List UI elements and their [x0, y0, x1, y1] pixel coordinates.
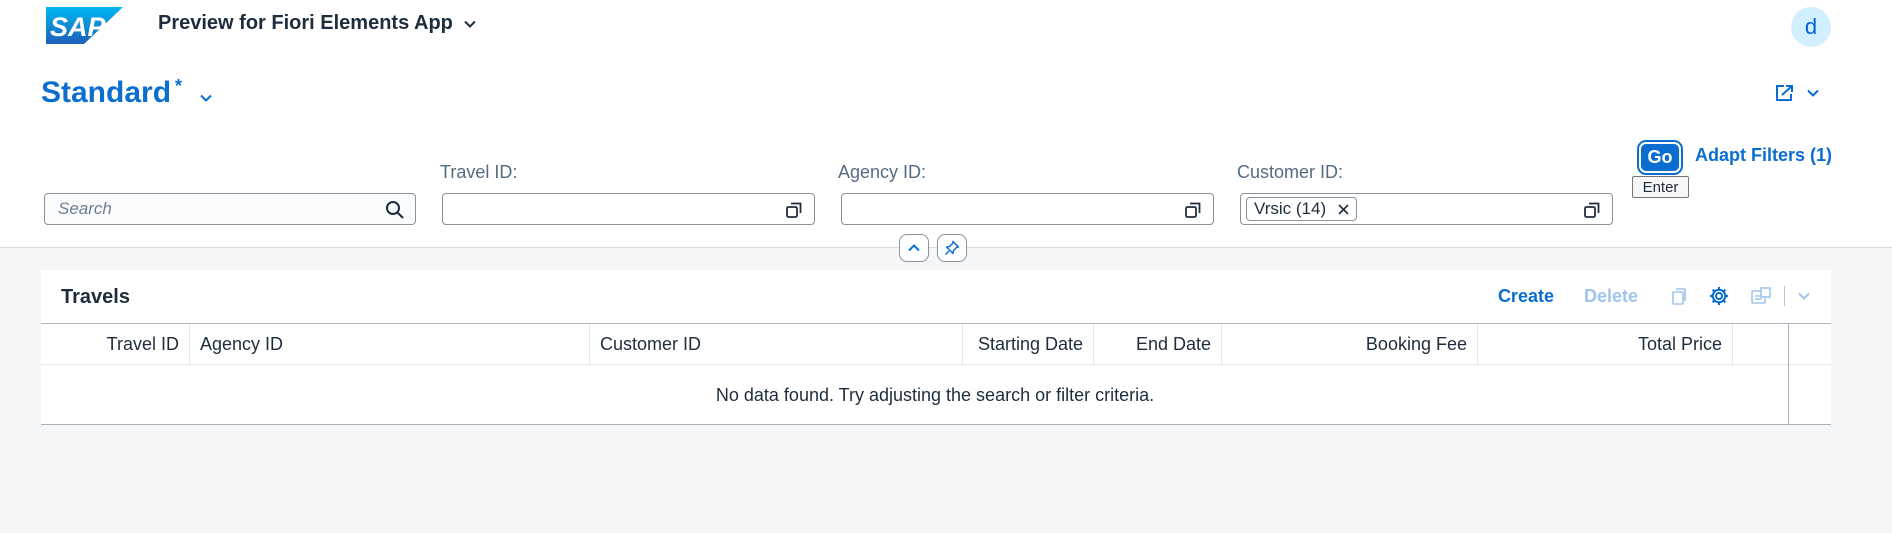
svg-text:SAP: SAP [50, 12, 107, 42]
column-header-agency-id[interactable]: Agency ID [190, 324, 590, 364]
column-divider [1788, 323, 1789, 425]
export-icon [1751, 287, 1771, 304]
value-help-icon[interactable] [1582, 200, 1602, 220]
travels-table-card: Travels Create Delete Travel ID Agency I… [41, 270, 1831, 425]
table-toolbar: Create Delete [1498, 284, 1811, 308]
variant-selector[interactable]: Standard * [41, 76, 214, 110]
go-button[interactable]: Go [1637, 140, 1683, 175]
copy-button[interactable] [1668, 286, 1688, 306]
delete-button[interactable]: Delete [1584, 286, 1638, 307]
shell-bar: SAP Preview for Fiori Elements App d [0, 0, 1892, 52]
variant-modified-indicator: * [175, 76, 183, 96]
create-button[interactable]: Create [1498, 286, 1554, 307]
agency-id-field[interactable] [841, 193, 1214, 225]
adapt-filters-button[interactable]: Adapt Filters (1) [1695, 145, 1832, 166]
user-avatar[interactable]: d [1791, 7, 1831, 47]
chevron-down-icon [1798, 292, 1810, 300]
travel-id-label: Travel ID: [440, 162, 518, 182]
header-toggle-group [899, 234, 967, 262]
customer-token[interactable]: Vrsic (14) [1246, 197, 1358, 221]
table-settings-button[interactable] [1708, 285, 1730, 307]
chevron-down-icon [1807, 89, 1819, 97]
share-menu-button[interactable] [1774, 83, 1820, 103]
close-icon[interactable] [1338, 203, 1349, 215]
go-tooltip: Enter [1632, 176, 1689, 198]
export-button[interactable] [1750, 286, 1772, 306]
agency-id-label: Agency ID: [838, 162, 927, 182]
gear-icon [1710, 287, 1728, 305]
app-title: Preview for Fiori Elements App [158, 12, 453, 34]
no-data-row: No data found. Try adjusting the search … [41, 365, 1831, 425]
toolbar-separator [1784, 286, 1785, 306]
column-header-starting-date[interactable]: Starting Date [963, 324, 1094, 364]
value-help-icon[interactable] [784, 200, 804, 220]
avatar-initial: d [1804, 14, 1818, 39]
sap-logo[interactable]: SAP [46, 7, 123, 44]
column-header-booking-fee[interactable]: Booking Fee [1222, 324, 1478, 364]
search-field [44, 193, 416, 225]
column-header-customer-id[interactable]: Customer ID [590, 324, 963, 364]
customer-id-field[interactable]: Vrsic (14) [1240, 193, 1613, 225]
search-input[interactable] [46, 195, 375, 223]
no-data-text: No data found. Try adjusting the search … [715, 385, 1155, 405]
chevron-down-icon [200, 94, 212, 102]
travel-id-field[interactable] [442, 193, 815, 225]
page-header: Standard * Travel ID: Agency ID: Cu [0, 52, 1892, 248]
column-header-travel-id[interactable]: Travel ID [41, 324, 190, 364]
customer-id-label: Customer ID: [1237, 162, 1344, 182]
variant-name: Standard [41, 76, 172, 109]
copy-icon [1672, 288, 1686, 305]
app-title-menu[interactable]: Preview for Fiori Elements App [158, 12, 477, 35]
column-header-total-price[interactable]: Total Price [1478, 324, 1733, 364]
customer-token-text: Vrsic (14) [1254, 199, 1327, 218]
export-menu-button[interactable] [1797, 289, 1811, 303]
pin-icon [944, 240, 960, 256]
share-icon [1776, 85, 1793, 101]
column-header-end-date[interactable]: End Date [1094, 324, 1222, 364]
chevron-down-icon [464, 20, 476, 28]
pin-header-button[interactable] [937, 234, 967, 262]
table-header-row: Travel ID Agency ID Customer ID Starting… [41, 323, 1831, 365]
search-icon[interactable] [385, 200, 405, 220]
value-help-icon[interactable] [1183, 200, 1203, 220]
collapse-header-button[interactable] [899, 234, 929, 262]
chevron-up-icon [908, 244, 920, 252]
table-title: Travels [61, 286, 130, 308]
